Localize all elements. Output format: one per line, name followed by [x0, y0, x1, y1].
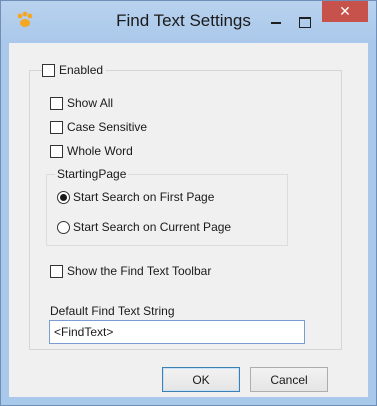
- show-all-checkbox-row[interactable]: Show All: [50, 96, 113, 110]
- current-page-label: Start Search on Current Page: [73, 220, 232, 234]
- window-frame-bottom: [1, 397, 376, 405]
- case-sensitive-label: Case Sensitive: [67, 120, 148, 134]
- minimize-button[interactable]: [263, 11, 289, 33]
- window-frame-left: [1, 43, 9, 405]
- minimize-icon: [271, 22, 281, 24]
- title-bar[interactable]: Find Text Settings ✕: [1, 1, 376, 43]
- first-page-label: Start Search on First Page: [73, 190, 215, 204]
- ok-button[interactable]: OK: [162, 367, 240, 392]
- enabled-checkbox[interactable]: [42, 63, 55, 77]
- close-button[interactable]: ✕: [322, 1, 368, 22]
- window-title: Find Text Settings: [116, 11, 251, 30]
- whole-word-checkbox[interactable]: [50, 144, 63, 158]
- show-toolbar-checkbox[interactable]: [50, 264, 63, 278]
- default-string-label: Default Find Text String: [50, 304, 175, 318]
- default-string-input[interactable]: [49, 320, 305, 344]
- case-sensitive-checkbox[interactable]: [50, 120, 63, 134]
- case-sensitive-checkbox-row[interactable]: Case Sensitive: [50, 120, 147, 134]
- show-toolbar-checkbox-row[interactable]: Show the Find Text Toolbar: [50, 264, 211, 278]
- first-page-radio-row[interactable]: Start Search on First Page: [57, 190, 214, 204]
- starting-page-label: StartingPage: [55, 167, 129, 181]
- current-page-radio[interactable]: [57, 220, 70, 234]
- show-all-label: Show All: [67, 96, 114, 110]
- close-icon: ✕: [339, 3, 351, 19]
- current-page-radio-row[interactable]: Start Search on Current Page: [57, 220, 231, 234]
- show-toolbar-label: Show the Find Text Toolbar: [67, 264, 212, 278]
- maximize-button[interactable]: [292, 11, 318, 33]
- whole-word-checkbox-row[interactable]: Whole Word: [50, 144, 133, 158]
- maximize-icon: [299, 16, 311, 28]
- starting-page-group-box: [46, 174, 288, 246]
- enabled-checkbox-row[interactable]: Enabled: [42, 63, 107, 77]
- cancel-button[interactable]: Cancel: [250, 367, 328, 392]
- enabled-label: Enabled: [59, 63, 104, 77]
- first-page-radio[interactable]: [57, 190, 70, 204]
- show-all-checkbox[interactable]: [50, 96, 63, 110]
- whole-word-label: Whole Word: [67, 144, 133, 158]
- window-frame-right: [368, 43, 376, 405]
